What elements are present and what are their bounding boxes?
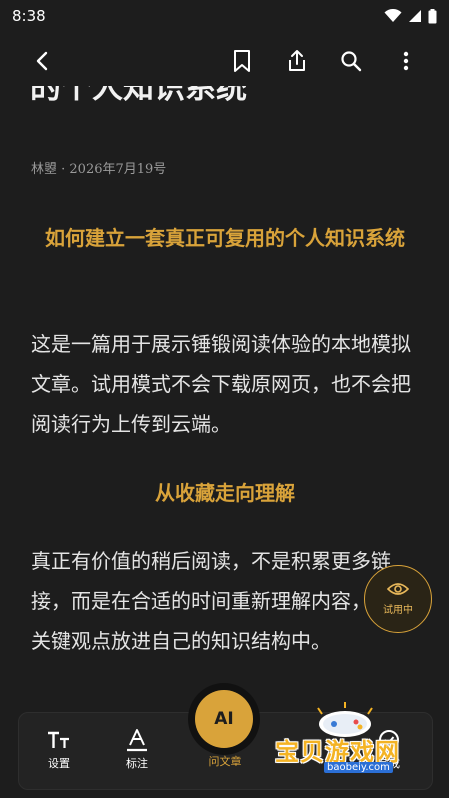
search-icon: [341, 51, 362, 72]
article-paragraph-1: 这是一篇用于展示锤锻阅读体验的本地模拟文章。试用模式不会下载原网页，也不会把阅读…: [31, 332, 411, 436]
ai-ask-button[interactable]: AI: [195, 690, 253, 748]
bookmark-icon: [234, 50, 250, 72]
wifi-icon: [384, 9, 402, 22]
search-button[interactable]: [334, 44, 368, 78]
trial-mode-label: 试用中: [383, 605, 413, 616]
annotate-icon: [127, 729, 147, 752]
trial-mode-badge[interactable]: 试用中: [364, 565, 432, 633]
share-button[interactable]: [280, 44, 314, 78]
chevron-left-icon: [36, 51, 48, 71]
more-options-button[interactable]: [389, 44, 423, 78]
ai-ask-label: 问文章: [208, 755, 242, 768]
article-content: 的个人知识系统 林曌 · 2026年7月19号 如何建立一套真正可复用的个人知识…: [0, 0, 449, 798]
eye-icon: [387, 583, 409, 595]
article-heading-1: 如何建立一套真正可复用的个人知识系统: [45, 226, 405, 250]
status-bar: 8:38: [0, 0, 449, 32]
watermark-url: baobeiy.com: [324, 762, 393, 773]
settings-label: 设置: [48, 757, 70, 770]
back-button[interactable]: [25, 44, 59, 78]
status-time: 8:38: [12, 7, 46, 25]
article-heading-2: 从收藏走向理解: [155, 481, 295, 505]
signal-icon: [409, 10, 421, 22]
settings-button[interactable]: 设置: [29, 725, 89, 771]
annotate-label: 标注: [126, 757, 148, 770]
text-size-icon: [48, 731, 69, 748]
battery-icon: [428, 8, 437, 23]
article-byline: 林曌 · 2026年7月19号: [31, 162, 167, 177]
status-icons: [384, 8, 437, 24]
top-toolbar: [0, 36, 449, 86]
ai-button-wrap: AI: [188, 683, 260, 755]
bookmark-button[interactable]: [225, 44, 259, 78]
annotate-button[interactable]: 标注: [107, 725, 167, 771]
share-icon: [289, 50, 305, 71]
site-watermark: 宝贝游戏网 baobeiy.com: [272, 700, 422, 784]
more-vertical-icon: [403, 51, 409, 71]
